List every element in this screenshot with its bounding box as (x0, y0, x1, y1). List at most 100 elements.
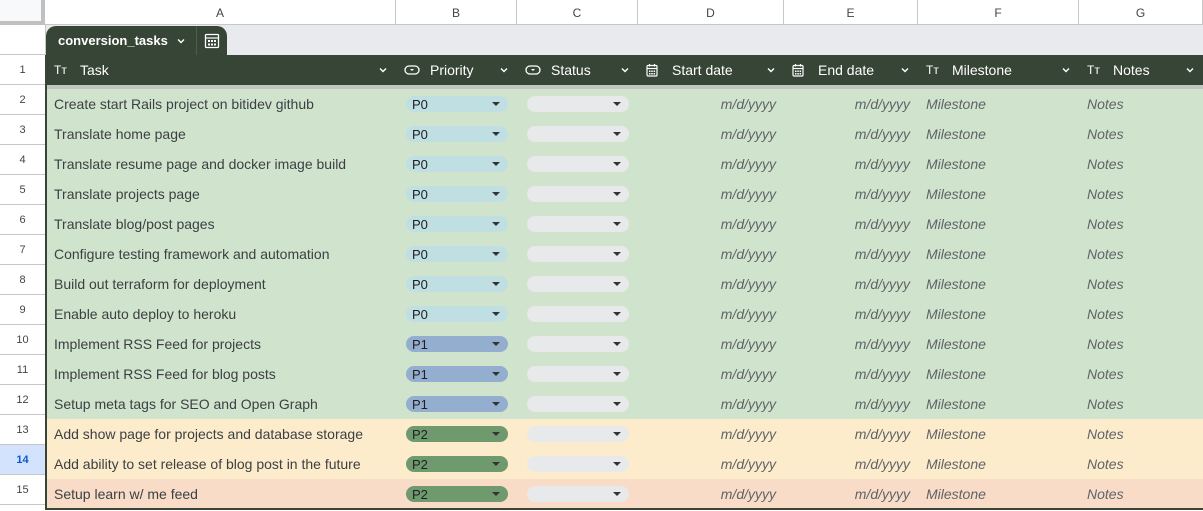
start-date-cell[interactable]: m/d/yyyy (638, 389, 784, 419)
status-cell[interactable] (517, 119, 638, 149)
end-date-cell[interactable]: m/d/yyyy (784, 119, 918, 149)
priority-cell[interactable]: P1 (396, 389, 517, 419)
task-cell[interactable]: Enable auto deploy to heroku (46, 299, 396, 329)
task-cell[interactable]: Configure testing framework and automati… (46, 239, 396, 269)
notes-cell[interactable]: Notes (1079, 89, 1203, 119)
priority-dropdown-chip[interactable]: P0 (406, 246, 508, 262)
row-number[interactable]: 1 (0, 55, 46, 85)
row-number[interactable]: 13 (0, 415, 46, 445)
header-milestone[interactable]: Tт Milestone (918, 55, 1079, 85)
milestone-cell[interactable]: Milestone (918, 419, 1079, 449)
status-cell[interactable] (517, 419, 638, 449)
task-cell[interactable]: Create start Rails project on bitidev gi… (46, 89, 396, 119)
dropdown-arrow-icon[interactable] (613, 252, 621, 256)
chevron-down-icon[interactable] (499, 65, 509, 75)
start-date-cell[interactable]: m/d/yyyy (638, 119, 784, 149)
start-date-cell[interactable]: m/d/yyyy (638, 299, 784, 329)
priority-cell[interactable]: P0 (396, 149, 517, 179)
milestone-cell[interactable]: Milestone (918, 269, 1079, 299)
start-date-cell[interactable]: m/d/yyyy (638, 179, 784, 209)
priority-dropdown-chip[interactable]: P1 (406, 336, 508, 352)
end-date-cell[interactable]: m/d/yyyy (784, 179, 918, 209)
chevron-down-icon[interactable] (1061, 65, 1071, 75)
end-date-cell[interactable]: m/d/yyyy (784, 239, 918, 269)
dropdown-arrow-icon[interactable] (613, 402, 621, 406)
priority-cell[interactable]: P2 (396, 479, 517, 509)
dropdown-arrow-icon[interactable] (492, 222, 500, 226)
dropdown-arrow-icon[interactable] (492, 192, 500, 196)
header-start-date[interactable]: Start date (638, 55, 784, 85)
dropdown-arrow-icon[interactable] (492, 402, 500, 406)
row-number[interactable]: 12 (0, 385, 46, 415)
priority-cell[interactable]: P1 (396, 359, 517, 389)
start-date-cell[interactable]: m/d/yyyy (638, 209, 784, 239)
milestone-cell[interactable]: Milestone (918, 149, 1079, 179)
row-number[interactable]: 9 (0, 295, 46, 325)
header-end-date[interactable]: End date (784, 55, 918, 85)
end-date-cell[interactable]: m/d/yyyy (784, 419, 918, 449)
status-cell[interactable] (517, 449, 638, 479)
milestone-cell[interactable]: Milestone (918, 479, 1079, 509)
milestone-cell[interactable]: Milestone (918, 329, 1079, 359)
header-priority[interactable]: Priority (396, 55, 517, 85)
end-date-cell[interactable]: m/d/yyyy (784, 269, 918, 299)
notes-cell[interactable]: Notes (1079, 269, 1203, 299)
task-cell[interactable]: Translate projects page (46, 179, 396, 209)
start-date-cell[interactable]: m/d/yyyy (638, 269, 784, 299)
priority-cell[interactable]: P0 (396, 299, 517, 329)
column-header-a[interactable]: A (45, 0, 396, 25)
dropdown-arrow-icon[interactable] (492, 252, 500, 256)
dropdown-arrow-icon[interactable] (613, 342, 621, 346)
header-notes[interactable]: Tт Notes (1079, 55, 1203, 85)
task-cell[interactable]: Translate resume page and docker image b… (46, 149, 396, 179)
priority-dropdown-chip[interactable]: P0 (406, 186, 508, 202)
row-number[interactable]: 6 (0, 205, 46, 235)
row-number[interactable]: 11 (0, 355, 46, 385)
priority-dropdown-chip[interactable]: P1 (406, 366, 508, 382)
milestone-cell[interactable]: Milestone (918, 299, 1079, 329)
dropdown-arrow-icon[interactable] (613, 162, 621, 166)
task-cell[interactable]: Implement RSS Feed for projects (46, 329, 396, 359)
row-number[interactable]: 4 (0, 145, 46, 175)
column-header-f[interactable]: F (918, 0, 1079, 25)
priority-cell[interactable]: P2 (396, 419, 517, 449)
end-date-cell[interactable]: m/d/yyyy (784, 479, 918, 509)
status-cell[interactable] (517, 149, 638, 179)
end-date-cell[interactable]: m/d/yyyy (784, 209, 918, 239)
status-cell[interactable] (517, 239, 638, 269)
dropdown-arrow-icon[interactable] (613, 372, 621, 376)
status-cell[interactable] (517, 329, 638, 359)
start-date-cell[interactable]: m/d/yyyy (638, 239, 784, 269)
notes-cell[interactable]: Notes (1079, 329, 1203, 359)
end-date-cell[interactable]: m/d/yyyy (784, 389, 918, 419)
dropdown-arrow-icon[interactable] (492, 492, 500, 496)
notes-cell[interactable]: Notes (1079, 479, 1203, 509)
status-dropdown-chip[interactable] (527, 156, 629, 172)
status-cell[interactable] (517, 269, 638, 299)
select-all-corner[interactable] (0, 0, 45, 25)
dropdown-arrow-icon[interactable] (492, 432, 500, 436)
notes-cell[interactable]: Notes (1079, 239, 1203, 269)
row-number[interactable]: 8 (0, 265, 46, 295)
chevron-down-icon[interactable] (176, 36, 186, 46)
dropdown-arrow-icon[interactable] (492, 462, 500, 466)
row-number[interactable]: 2 (0, 85, 46, 115)
status-dropdown-chip[interactable] (527, 126, 629, 142)
priority-cell[interactable]: P0 (396, 269, 517, 299)
notes-cell[interactable]: Notes (1079, 119, 1203, 149)
start-date-cell[interactable]: m/d/yyyy (638, 149, 784, 179)
status-dropdown-chip[interactable] (527, 426, 629, 442)
status-cell[interactable] (517, 389, 638, 419)
status-dropdown-chip[interactable] (527, 276, 629, 292)
status-dropdown-chip[interactable] (527, 216, 629, 232)
milestone-cell[interactable]: Milestone (918, 239, 1079, 269)
dropdown-arrow-icon[interactable] (613, 132, 621, 136)
row-number[interactable]: 5 (0, 175, 46, 205)
chevron-down-icon[interactable] (900, 65, 910, 75)
column-header-b[interactable]: B (396, 0, 517, 25)
priority-dropdown-chip[interactable]: P0 (406, 216, 508, 232)
priority-cell[interactable]: P0 (396, 209, 517, 239)
table-name-tab[interactable]: conversion_tasks (46, 26, 227, 55)
notes-cell[interactable]: Notes (1079, 389, 1203, 419)
dropdown-arrow-icon[interactable] (492, 312, 500, 316)
